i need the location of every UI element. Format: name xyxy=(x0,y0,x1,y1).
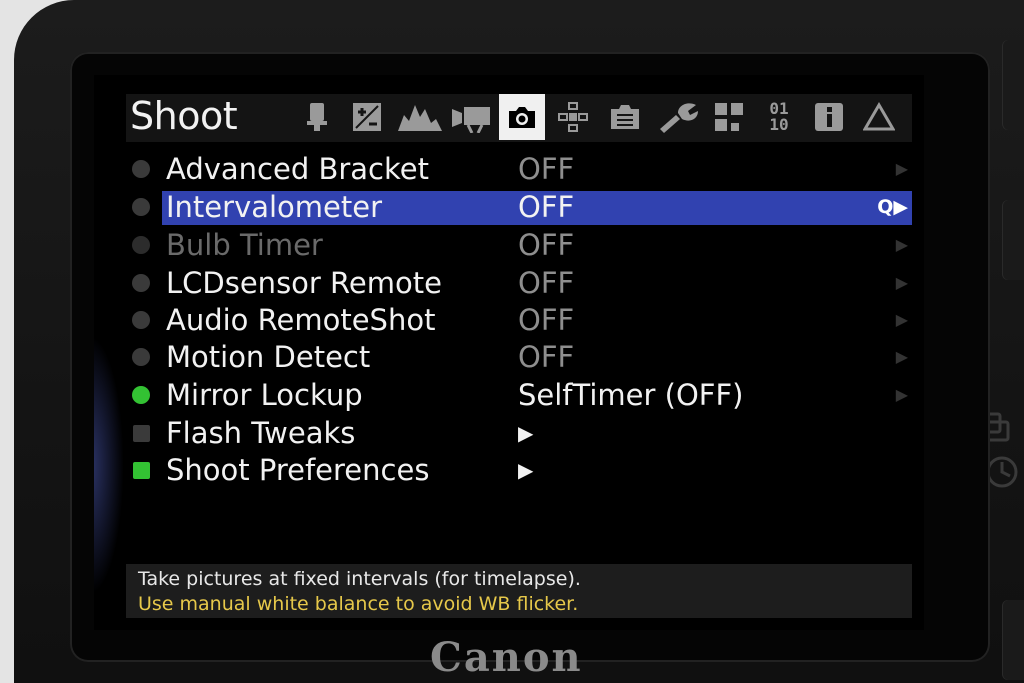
submenu-arrow-icon: ▶ xyxy=(518,458,534,482)
status-dot xyxy=(132,160,150,178)
menu-item-label: Advanced Bracket xyxy=(166,152,429,186)
menu-item-advanced-bracket[interactable]: Advanced Bracket OFF ▶ xyxy=(126,151,912,187)
movie-icon[interactable] xyxy=(300,98,334,136)
menu-item-label: Flash Tweaks xyxy=(166,416,356,450)
grid-icon[interactable] xyxy=(712,98,746,136)
menu-item-motion-detect[interactable]: Motion Detect OFF ▶ xyxy=(126,339,912,375)
menu-item-label: Intervalometer xyxy=(166,190,383,224)
help-warning-text: Use manual white balance to avoid WB fli… xyxy=(138,593,579,615)
menu-item-label: Audio RemoteShot xyxy=(166,303,436,337)
menu-item-value: OFF xyxy=(518,228,575,262)
menu-item-label: Bulb Timer xyxy=(166,228,323,262)
camera-icon[interactable] xyxy=(499,94,545,140)
side-button-middle xyxy=(1002,200,1024,280)
q-menu-icon[interactable]: Q▶ xyxy=(877,189,908,225)
menu-item-label: LCDsensor Remote xyxy=(166,266,442,300)
video-camera-icon[interactable] xyxy=(452,98,492,136)
menu-item-shoot-preferences[interactable]: Shoot Preferences ▶ xyxy=(126,452,912,488)
lcd-glare xyxy=(94,335,124,595)
delta-icon[interactable] xyxy=(862,98,896,136)
menu-item-flash-tweaks[interactable]: Flash Tweaks ▶ xyxy=(126,415,912,451)
menu-item-value: OFF xyxy=(518,340,575,374)
status-dot xyxy=(132,386,150,404)
wrench-icon[interactable] xyxy=(658,98,698,136)
status-dot xyxy=(132,348,150,366)
side-button-lower xyxy=(1002,600,1024,680)
debug-icon[interactable]: 01 10 xyxy=(762,98,796,136)
chevron-right-icon: ▶ xyxy=(895,347,908,366)
menu-title: Shoot xyxy=(130,94,238,138)
histogram-icon[interactable] xyxy=(398,98,442,136)
focus-icon[interactable] xyxy=(556,98,590,136)
chevron-right-icon: ▶ xyxy=(895,235,908,254)
menu-item-value: OFF xyxy=(518,303,575,337)
brand-logo: Canon xyxy=(430,634,583,681)
chevron-right-icon: ▶ xyxy=(895,159,908,178)
status-dot xyxy=(132,311,150,329)
help-box: Take pictures at fixed intervals (for ti… xyxy=(126,564,912,618)
menu-item-intervalometer[interactable]: Intervalometer OFF Q▶ xyxy=(126,189,912,225)
menu-item-value: OFF xyxy=(518,152,575,186)
menu-item-label: Motion Detect xyxy=(166,340,371,374)
menu-item-value: OFF xyxy=(518,190,575,224)
exposure-compensation-icon[interactable] xyxy=(350,98,384,136)
menu-item-label: Mirror Lockup xyxy=(166,378,363,412)
status-dot xyxy=(132,236,150,254)
menu-item-value: SelfTimer (OFF) xyxy=(518,378,744,412)
chevron-right-icon: ▶ xyxy=(895,273,908,292)
menu-item-lcdsensor-remote[interactable]: LCDsensor Remote OFF ▶ xyxy=(126,265,912,301)
help-text: Take pictures at fixed intervals (for ti… xyxy=(138,568,581,590)
status-dot xyxy=(132,198,150,216)
menu-item-value: OFF xyxy=(518,266,575,300)
display-icon[interactable] xyxy=(608,98,642,136)
menu-item-label: Shoot Preferences xyxy=(166,453,430,487)
chevron-right-icon: ▶ xyxy=(895,385,908,404)
menu-item-mirror-lockup[interactable]: Mirror Lockup SelfTimer (OFF) ▶ xyxy=(126,377,912,413)
info-icon[interactable] xyxy=(812,98,846,136)
submenu-arrow-icon: ▶ xyxy=(518,421,534,445)
debug-icon-label: 01 10 xyxy=(769,99,789,134)
menu-item-audio-remoteshot[interactable]: Audio RemoteShot OFF ▶ xyxy=(126,302,912,338)
status-square xyxy=(133,462,150,479)
side-button-top xyxy=(1002,40,1024,130)
menu-item-bulb-timer[interactable]: Bulb Timer OFF ▶ xyxy=(126,227,912,263)
status-square xyxy=(133,425,150,442)
chevron-right-icon: ▶ xyxy=(895,310,908,329)
status-dot xyxy=(132,274,150,292)
